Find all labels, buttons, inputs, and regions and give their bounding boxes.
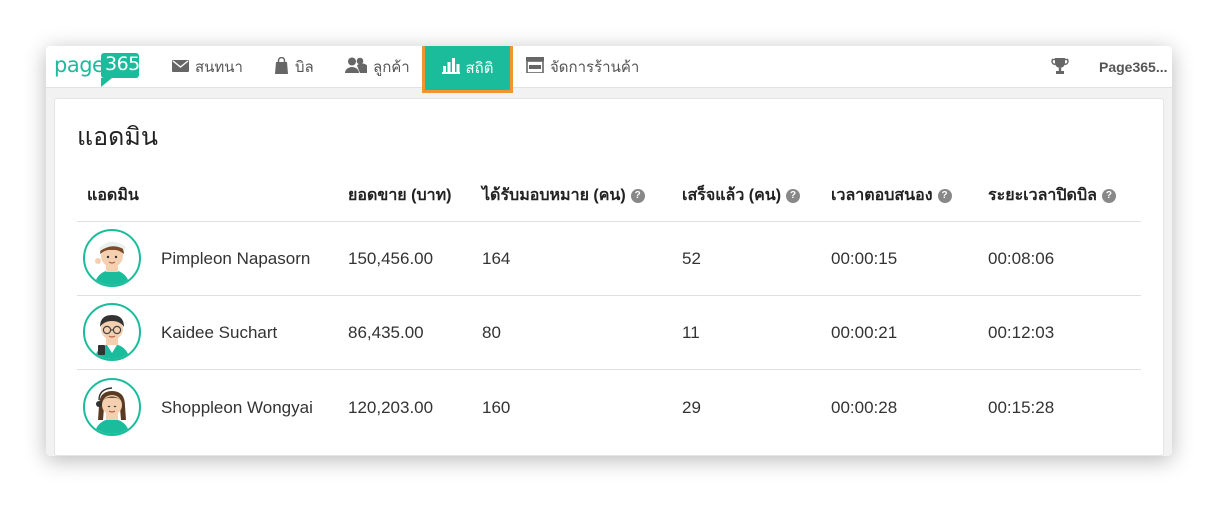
avatar-woman-headset-icon: [83, 378, 141, 436]
nav-store-management[interactable]: จัดการร้านค้า: [526, 46, 639, 88]
logo-number: 365: [105, 53, 140, 75]
nav-customers[interactable]: ลูกค้า: [345, 46, 410, 88]
table-divider: [77, 221, 1141, 222]
nav-store-management-label: จัดการร้านค้า: [550, 59, 640, 76]
close-time-value: 00:08:06: [988, 249, 1055, 268]
top-navbar: page 365 สนทนา บิล ลูกค้า สถิติ จัดการร้…: [46, 46, 1172, 93]
help-icon[interactable]: ?: [1101, 188, 1116, 203]
help-icon[interactable]: ?: [630, 188, 645, 203]
column-header-label: ระยะเวลาปิดบิล: [988, 187, 1097, 204]
trophy-icon[interactable]: [1051, 57, 1069, 80]
admin-name: Kaidee Suchart: [161, 323, 278, 342]
users-icon: [345, 57, 369, 77]
nav-bills-label: บิล: [295, 59, 314, 76]
column-header-assigned: ได้รับมอบหมาย (คน) ?: [482, 183, 645, 208]
response-time-value: 00:00:28: [831, 398, 898, 417]
completed-value: 11: [682, 323, 700, 342]
nav-statistics-label: สถิติ: [465, 60, 494, 77]
user-account-name[interactable]: Page365...: [1099, 59, 1168, 75]
sales-value: 150,456.00: [348, 249, 434, 268]
nav-customers-label: ลูกค้า: [373, 59, 410, 76]
shopping-bag-icon: [274, 56, 289, 78]
assigned-value: 80: [482, 323, 501, 342]
completed-value: 29: [682, 398, 701, 417]
avatar-woman-cap-icon: [83, 229, 141, 287]
envelope-icon: [172, 59, 189, 76]
nav-chat-label: สนทนา: [195, 59, 243, 76]
column-header-label: เวลาตอบสนอง: [831, 187, 933, 204]
nav-bills[interactable]: บิล: [274, 46, 314, 88]
table-divider: [77, 369, 1141, 370]
admin-stats-card: แอดมิน แอดมิน ยอดขาย (บาท) ได้รับมอบหมาย…: [54, 98, 1164, 456]
table-divider: [77, 295, 1141, 296]
column-header-label: แอดมิน: [87, 187, 139, 204]
column-header-completed: เสร็จแล้ว (คน) ?: [682, 183, 801, 208]
admin-name: Shoppleon Wongyai: [161, 398, 313, 417]
avatar-man-glasses-icon: [83, 303, 141, 361]
assigned-value: 160: [482, 398, 511, 417]
close-time-value: 00:15:28: [988, 398, 1055, 417]
response-time-value: 00:00:15: [831, 249, 898, 268]
column-header-label: ยอดขาย (บาท): [348, 187, 452, 204]
help-icon[interactable]: ?: [937, 188, 952, 203]
completed-value: 52: [682, 249, 701, 268]
response-time-value: 00:00:21: [831, 323, 898, 342]
app-window: page 365 สนทนา บิล ลูกค้า สถิติ จัดการร้…: [46, 46, 1172, 456]
logo-badge: 365: [101, 53, 140, 87]
sales-value: 120,203.00: [348, 398, 434, 417]
page365-logo[interactable]: page 365: [54, 51, 144, 87]
column-header-label: เสร็จแล้ว (คน): [682, 187, 782, 204]
column-header-admin: แอดมิน: [87, 183, 139, 208]
column-header-label: ได้รับมอบหมาย (คน): [482, 187, 626, 204]
column-header-response-time: เวลาตอบสนอง ?: [831, 183, 952, 208]
assigned-value: 164: [482, 249, 511, 268]
admin-name: Pimpleon Napasorn: [161, 249, 311, 268]
logo-text: page: [54, 53, 105, 77]
store-icon: [526, 57, 544, 77]
page-title: แอดมิน: [77, 123, 158, 151]
column-header-sales: ยอดขาย (บาท): [348, 183, 451, 208]
sales-value: 86,435.00: [348, 323, 424, 342]
help-icon[interactable]: ?: [786, 188, 801, 203]
nav-statistics[interactable]: สถิติ: [422, 46, 513, 93]
nav-chat[interactable]: สนทนา: [172, 46, 243, 88]
column-header-close-time: ระยะเวลาปิดบิล ?: [988, 183, 1116, 208]
close-time-value: 00:12:03: [988, 323, 1055, 342]
bar-chart-icon: [441, 58, 460, 78]
